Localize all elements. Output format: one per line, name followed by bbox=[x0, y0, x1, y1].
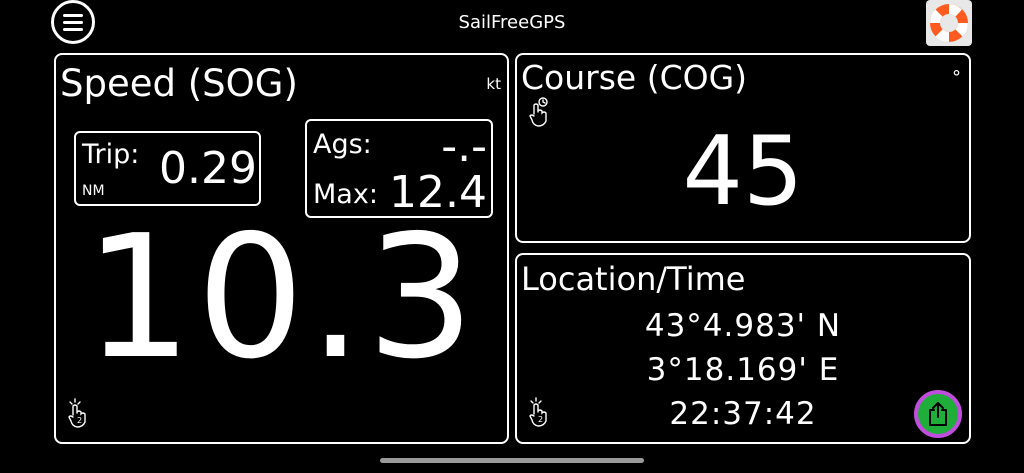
trip-value: 0.29 bbox=[159, 143, 257, 194]
svg-text:2: 2 bbox=[77, 416, 82, 425]
long-press-icon bbox=[529, 97, 548, 127]
longitude: 3°18.169' E bbox=[646, 352, 840, 388]
location-title: Location/Time bbox=[521, 260, 746, 298]
share-button[interactable] bbox=[914, 390, 962, 438]
course-unit: ° bbox=[952, 67, 961, 88]
two-finger-tap-icon: 2 bbox=[68, 398, 86, 428]
ags-label: Ags: bbox=[313, 129, 372, 160]
app-title: SailFreeGPS bbox=[458, 12, 566, 33]
course-title: Course (COG) bbox=[521, 58, 748, 97]
trip-unit: NM bbox=[82, 183, 105, 199]
two-finger-tap-icon: 2 bbox=[529, 397, 547, 427]
trip-box[interactable]: Trip: 0.29 NM bbox=[74, 131, 261, 206]
speed-title: Speed (SOG) bbox=[60, 62, 298, 105]
svg-text:2: 2 bbox=[538, 415, 543, 424]
course-panel[interactable]: Course (COG) ° 45 bbox=[515, 53, 971, 243]
trip-label: Trip: bbox=[82, 139, 140, 170]
latitude: 43°4.983' N bbox=[644, 308, 842, 344]
course-value: 45 bbox=[682, 117, 804, 227]
speed-panel[interactable]: Speed (SOG) kt Trip: 0.29 NM Ags: -.- Ma… bbox=[54, 53, 509, 444]
time: 22:37:42 bbox=[669, 396, 817, 432]
speed-unit: kt bbox=[486, 75, 501, 93]
speed-value: 10.3 bbox=[84, 199, 479, 397]
home-indicator[interactable] bbox=[380, 458, 644, 463]
location-panel[interactable]: Location/Time 43°4.983' N 3°18.169' E 22… bbox=[515, 253, 971, 444]
share-icon bbox=[929, 402, 947, 426]
ags-value: -.- bbox=[441, 121, 487, 172]
lifebuoy-icon bbox=[926, 0, 972, 46]
help-button[interactable] bbox=[926, 0, 972, 46]
